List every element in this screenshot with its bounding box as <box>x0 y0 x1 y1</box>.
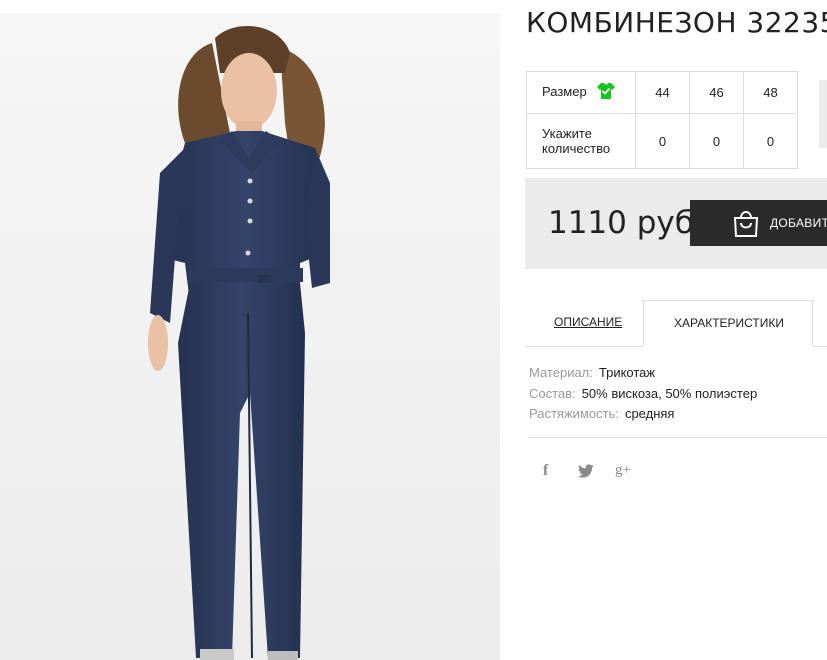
spec-composition: Состав: 50% вискоза, 50% полиэстер <box>529 384 757 405</box>
spec-value: 50% вискоза, 50% полиэстер <box>581 385 758 401</box>
quantity-input-44[interactable]: 0 <box>635 113 690 169</box>
side-panel-edge <box>819 80 827 148</box>
googleplus-icon[interactable]: g+ <box>615 462 631 479</box>
quantity-label-line1: Укажите <box>542 126 592 141</box>
size-46[interactable]: 46 <box>689 71 744 114</box>
spec-material: Материал: Трикотаж <box>529 363 757 384</box>
spec-value: Трикотаж <box>598 365 656 380</box>
product-title: КОМБИНЕЗОН 32235 <box>526 6 827 39</box>
divider <box>528 437 827 438</box>
quantity-input-46[interactable]: 0 <box>689 113 744 169</box>
spec-key: Состав: <box>529 385 576 401</box>
add-to-cart-label: добавит <box>770 216 827 230</box>
shopping-bag-icon <box>732 208 760 243</box>
shirt-check-icon <box>596 82 616 103</box>
size-48[interactable]: 48 <box>743 71 798 114</box>
product-tabs: описание характеристики <box>526 300 827 347</box>
size-row: Размер 44 46 48 <box>526 71 798 114</box>
quantity-label-line2: количество <box>542 141 611 156</box>
tab-characteristics[interactable]: характеристики <box>643 300 813 346</box>
size-44[interactable]: 44 <box>635 71 690 114</box>
price-box: 1110 руб добавит <box>525 178 827 269</box>
tab-description[interactable]: описание <box>526 300 643 347</box>
spec-list: Материал: Трикотаж Состав: 50% вискоза, 50… <box>529 363 757 425</box>
price: 1110 руб <box>548 205 694 241</box>
spec-value: средняя <box>624 406 675 421</box>
model-illustration <box>0 13 500 660</box>
spec-key: Материал: <box>529 365 593 380</box>
add-to-cart-button[interactable]: добавит <box>690 200 827 246</box>
quantity-row: Укажите количество 0 0 0 <box>526 113 798 169</box>
size-label-cell: Размер <box>526 71 636 114</box>
spec-key: Растяжимость: <box>529 406 619 421</box>
facebook-icon[interactable]: f <box>543 462 548 480</box>
product-photo[interactable] <box>0 13 500 660</box>
quantity-input-48[interactable]: 0 <box>743 113 798 169</box>
tab-characteristics-label: характеристики <box>674 316 785 330</box>
quantity-label-cell: Укажите количество <box>526 113 636 169</box>
spec-stretch: Растяжимость: средняя <box>529 404 757 425</box>
size-quantity-table: Размер 44 46 48 Укажите количество 0 0 0 <box>526 71 798 169</box>
tab-description-label: описание <box>554 315 623 329</box>
twitter-icon[interactable] <box>578 464 594 483</box>
tab-bar-rest <box>813 300 827 347</box>
size-label: Размер <box>542 83 587 99</box>
